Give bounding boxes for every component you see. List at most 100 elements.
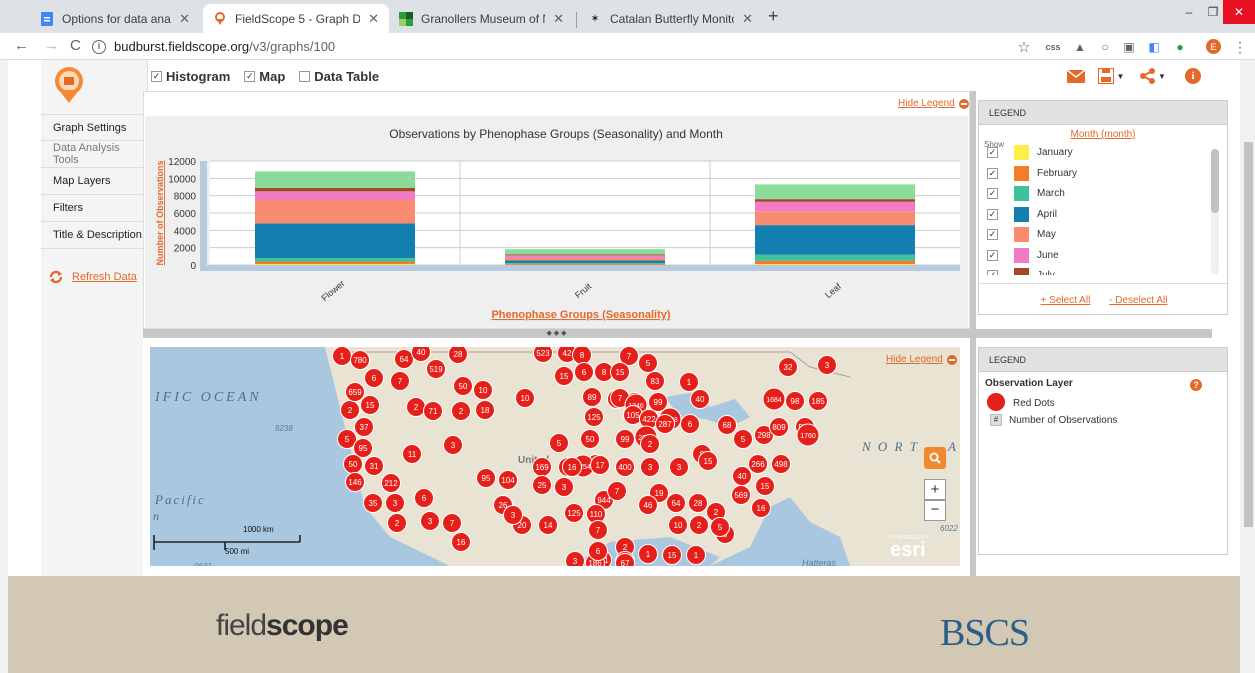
observation-cluster[interactable]: 6: [414, 488, 434, 508]
observation-cluster[interactable]: 3: [817, 355, 837, 375]
bar-segment[interactable]: [755, 211, 915, 226]
sidebar-item-graph-settings[interactable]: Graph Settings: [41, 114, 148, 141]
observation-cluster[interactable]: 780: [350, 350, 370, 370]
map-search-button[interactable]: [924, 447, 946, 469]
email-icon[interactable]: [1066, 68, 1086, 84]
extension-icon[interactable]: ○: [1097, 39, 1113, 55]
minimize-button[interactable]: –: [1175, 0, 1203, 24]
bar-segment[interactable]: [505, 257, 665, 261]
bar-segment[interactable]: [505, 249, 665, 255]
observation-cluster[interactable]: 15: [698, 451, 718, 471]
restore-button[interactable]: ❐: [1203, 0, 1223, 24]
new-tab-button[interactable]: +: [768, 6, 779, 27]
observation-cluster[interactable]: 169: [532, 457, 552, 477]
observation-cluster[interactable]: 50: [580, 429, 600, 449]
bar-segment[interactable]: [255, 187, 415, 192]
observation-cluster[interactable]: 7: [588, 520, 608, 540]
observation-cluster[interactable]: 3: [385, 493, 405, 513]
observation-cluster[interactable]: 2: [387, 513, 407, 533]
extension-icon[interactable]: ▲: [1072, 39, 1088, 55]
bar-segment[interactable]: [755, 260, 915, 265]
observation-cluster[interactable]: 659: [345, 382, 365, 402]
observation-cluster[interactable]: 1: [638, 544, 658, 564]
observation-cluster[interactable]: 3: [503, 505, 523, 525]
refresh-data-link[interactable]: Refresh Data: [49, 270, 137, 284]
observation-cluster[interactable]: 10: [668, 515, 688, 535]
checkbox-checked[interactable]: ✓: [987, 249, 998, 261]
observation-cluster[interactable]: 498: [771, 454, 791, 474]
observation-cluster[interactable]: 5: [733, 429, 753, 449]
observation-cluster[interactable]: 50: [453, 376, 473, 396]
extension-icon[interactable]: ▣: [1121, 39, 1137, 55]
close-window-button[interactable]: ✕: [1223, 0, 1255, 24]
observation-cluster[interactable]: 1: [679, 372, 699, 392]
bar-segment[interactable]: [255, 261, 415, 265]
checkbox-checked[interactable]: ✓: [987, 147, 998, 158]
observation-cluster[interactable]: 68: [717, 415, 737, 435]
observation-cluster[interactable]: 15: [755, 476, 775, 496]
bar-segment[interactable]: [255, 264, 415, 265]
bar-segment[interactable]: [505, 263, 665, 264]
zoom-in-button[interactable]: +: [924, 479, 946, 500]
bar-segment[interactable]: [755, 199, 915, 202]
bar-segment[interactable]: [755, 201, 915, 212]
legend-item[interactable]: ✓ June: [987, 247, 1059, 263]
info-icon[interactable]: i: [1185, 68, 1201, 84]
css-extension-icon[interactable]: css: [1045, 39, 1061, 55]
observation-cluster[interactable]: 83: [645, 371, 665, 391]
forward-icon[interactable]: →: [44, 37, 59, 54]
checkbox-checked[interactable]: ✓: [987, 167, 998, 179]
observation-cluster[interactable]: 212: [381, 473, 401, 493]
bar-segment[interactable]: [755, 264, 915, 265]
address-bar[interactable]: i budburst.fieldscope.org/v3/graphs/100: [92, 36, 992, 57]
observation-cluster[interactable]: 40: [690, 389, 710, 409]
close-icon[interactable]: ✕: [179, 11, 190, 27]
legend-item[interactable]: ✓ January: [987, 145, 1073, 160]
bar-segment[interactable]: [505, 255, 665, 258]
bar-segment[interactable]: [255, 171, 415, 188]
help-icon[interactable]: ?: [1190, 379, 1202, 391]
hide-legend-link[interactable]: Hide Legend: [898, 98, 969, 109]
observation-cluster[interactable]: 95: [476, 468, 496, 488]
map-toggle[interactable]: ✓ Map: [244, 69, 285, 84]
sidebar-item-title-description[interactable]: Title & Description: [41, 222, 148, 249]
observation-cluster[interactable]: 71: [423, 401, 443, 421]
observation-cluster[interactable]: 7: [607, 481, 627, 501]
observation-cluster[interactable]: 28: [688, 493, 708, 513]
observation-map[interactable]: IFIC OCEAN Pacific n N O R T A United 82…: [150, 347, 960, 566]
observation-cluster[interactable]: 98: [785, 391, 805, 411]
bar-segment[interactable]: [255, 200, 415, 224]
observation-cluster[interactable]: 1: [332, 347, 352, 366]
extension-icon[interactable]: ●: [1172, 39, 1188, 55]
observation-cluster[interactable]: 2: [340, 400, 360, 420]
observation-cluster[interactable]: 32: [778, 357, 798, 377]
data-table-toggle[interactable]: Data Table: [299, 69, 379, 84]
observation-cluster[interactable]: 185: [808, 391, 828, 411]
observation-cluster[interactable]: 6: [588, 541, 608, 561]
observation-cluster[interactable]: 89: [582, 387, 602, 407]
legend-item[interactable]: ✓ April: [987, 206, 1057, 222]
observation-cluster[interactable]: 3: [443, 435, 463, 455]
observation-cluster[interactable]: 523: [533, 347, 553, 363]
observation-cluster[interactable]: 6: [680, 414, 700, 434]
y-axis-title[interactable]: Number of Observations: [155, 160, 165, 265]
observation-cluster[interactable]: 125: [564, 503, 584, 523]
legend-scrollbar[interactable]: [1211, 149, 1219, 275]
observation-cluster[interactable]: 3: [554, 477, 574, 497]
bar-segment[interactable]: [755, 254, 915, 261]
tab-fieldscope[interactable]: FieldScope 5 - Graph Data ✕: [203, 4, 389, 33]
page-scroll-thumb[interactable]: [1244, 142, 1253, 527]
sidebar-item-filters[interactable]: Filters: [41, 195, 148, 222]
tab-docs[interactable]: Options for data analysis - Go ✕: [30, 4, 200, 33]
observation-cluster[interactable]: 46: [638, 495, 658, 515]
observation-cluster[interactable]: 50: [343, 454, 363, 474]
observation-cluster[interactable]: 809: [769, 417, 789, 437]
observation-cluster[interactable]: 11: [402, 444, 422, 464]
x-axis-title[interactable]: Phenophase Groups (Seasonality): [491, 309, 670, 321]
observation-cluster[interactable]: 16: [751, 498, 771, 518]
bar-segment[interactable]: [255, 223, 415, 259]
observation-cluster[interactable]: 2: [689, 515, 709, 535]
observation-cluster[interactable]: 569: [731, 485, 751, 505]
observation-cluster[interactable]: 104: [498, 470, 518, 490]
observation-cluster[interactable]: 5: [549, 433, 569, 453]
